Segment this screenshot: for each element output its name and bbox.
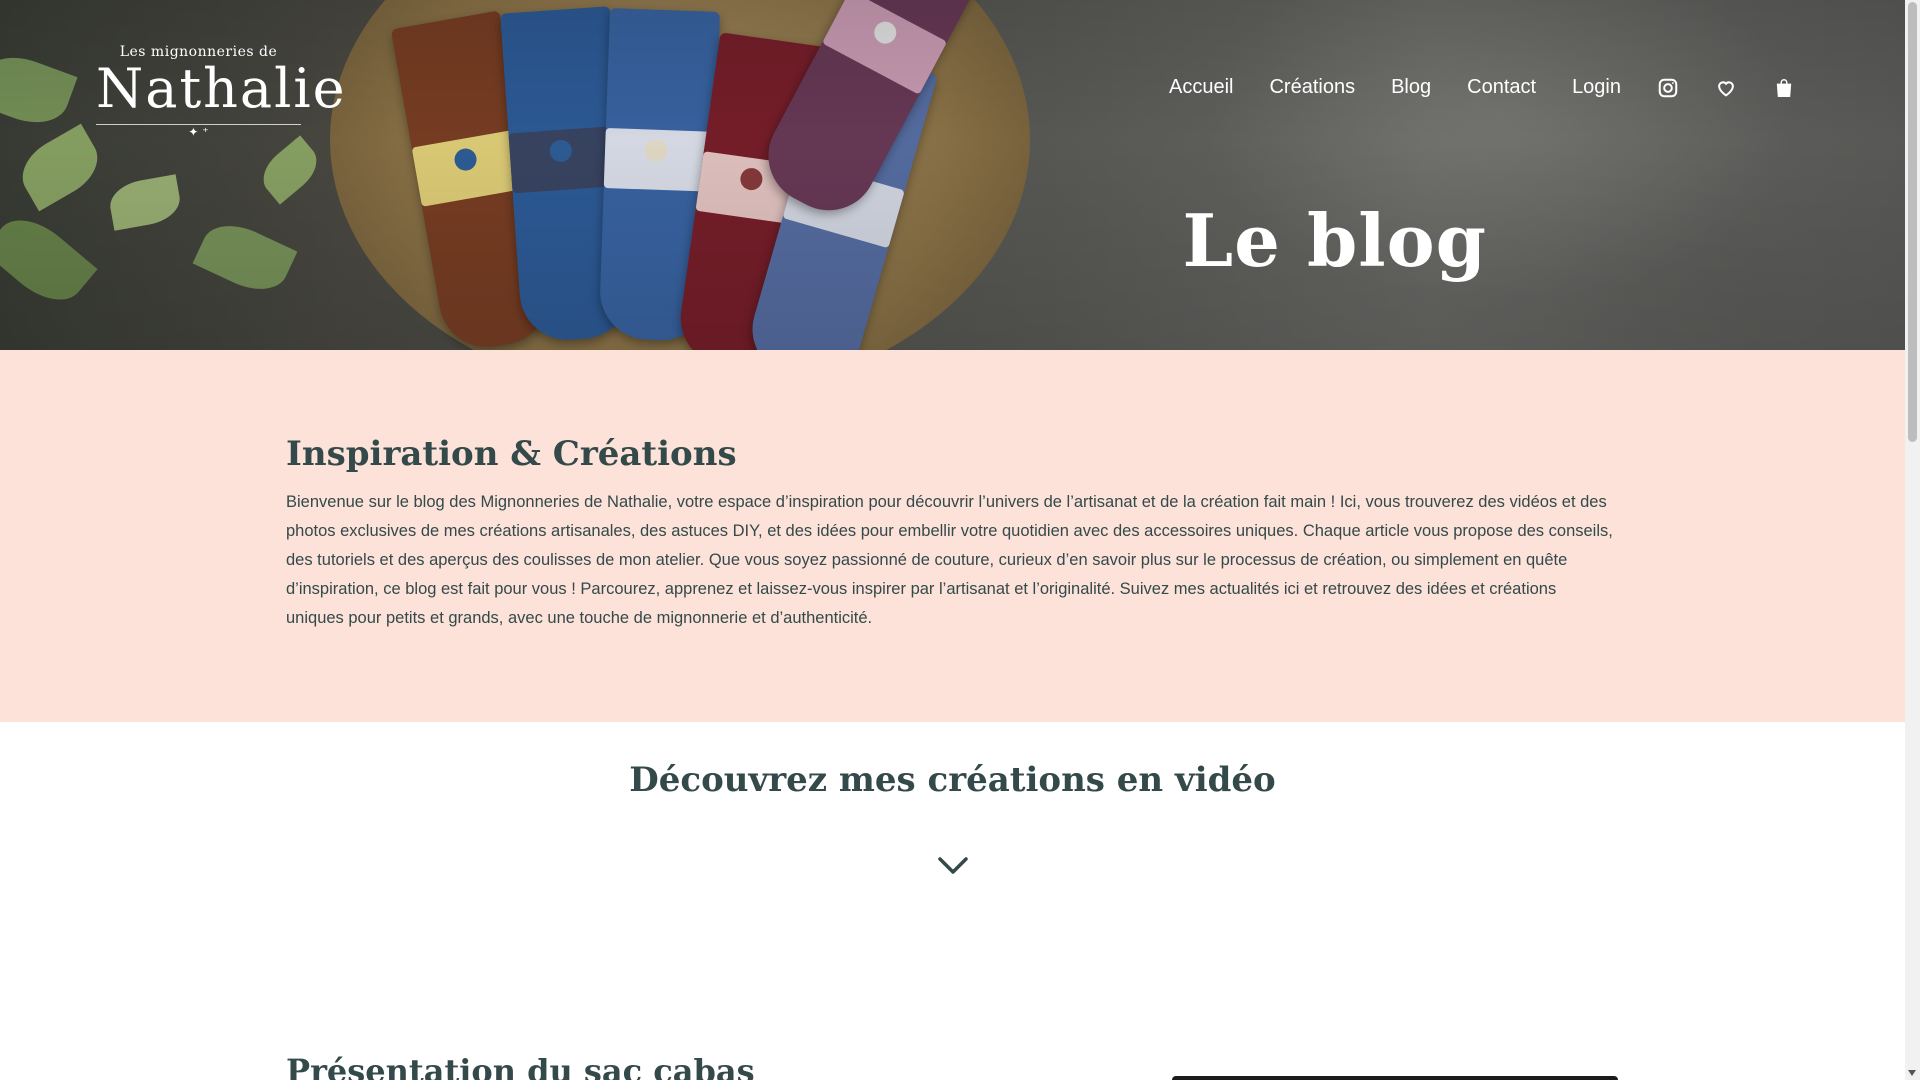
instagram-icon[interactable]	[1657, 77, 1679, 99]
scroll-down-arrow-icon[interactable]	[1908, 1070, 1916, 1076]
hero-banner: Les mignonneries de Nathalie ✦ ⁺ Accueil…	[0, 0, 1905, 350]
chevron-down-icon[interactable]	[937, 854, 969, 878]
video-item-heading: Présentation du sac cabas	[286, 1052, 755, 1080]
intro-section: Inspiration & Créations Bienvenue sur le…	[0, 350, 1905, 722]
nav-item-login[interactable]: Login	[1572, 76, 1621, 99]
video-player[interactable]	[1172, 1076, 1618, 1080]
intro-text: Bienvenue sur le blog des Mignonneries d…	[286, 493, 1613, 627]
scrollbar-thumb[interactable]	[1908, 2, 1917, 442]
video-section-heading: Découvrez mes créations en vidéo	[629, 760, 1276, 800]
scrollbar[interactable]	[1905, 0, 1920, 1080]
page-title: Le blog	[1182, 198, 1487, 283]
site-logo[interactable]: Les mignonneries de Nathalie ✦ ⁺	[96, 44, 347, 139]
nav-item-contact[interactable]: Contact	[1467, 76, 1536, 99]
heart-icon[interactable]	[1715, 77, 1737, 99]
intro-heading: Inspiration & Créations	[286, 434, 737, 474]
nav-item-creations[interactable]: Créations	[1269, 76, 1355, 99]
nav-item-accueil[interactable]: Accueil	[1169, 76, 1233, 99]
shopping-bag-icon[interactable]	[1773, 77, 1795, 99]
logo-title: Nathalie	[96, 57, 347, 120]
sparkle-icon: ✦ ⁺	[188, 125, 209, 139]
nav-item-blog[interactable]: Blog	[1391, 76, 1431, 99]
main-navigation: Accueil Créations Blog Contact Login	[1133, 76, 1795, 99]
